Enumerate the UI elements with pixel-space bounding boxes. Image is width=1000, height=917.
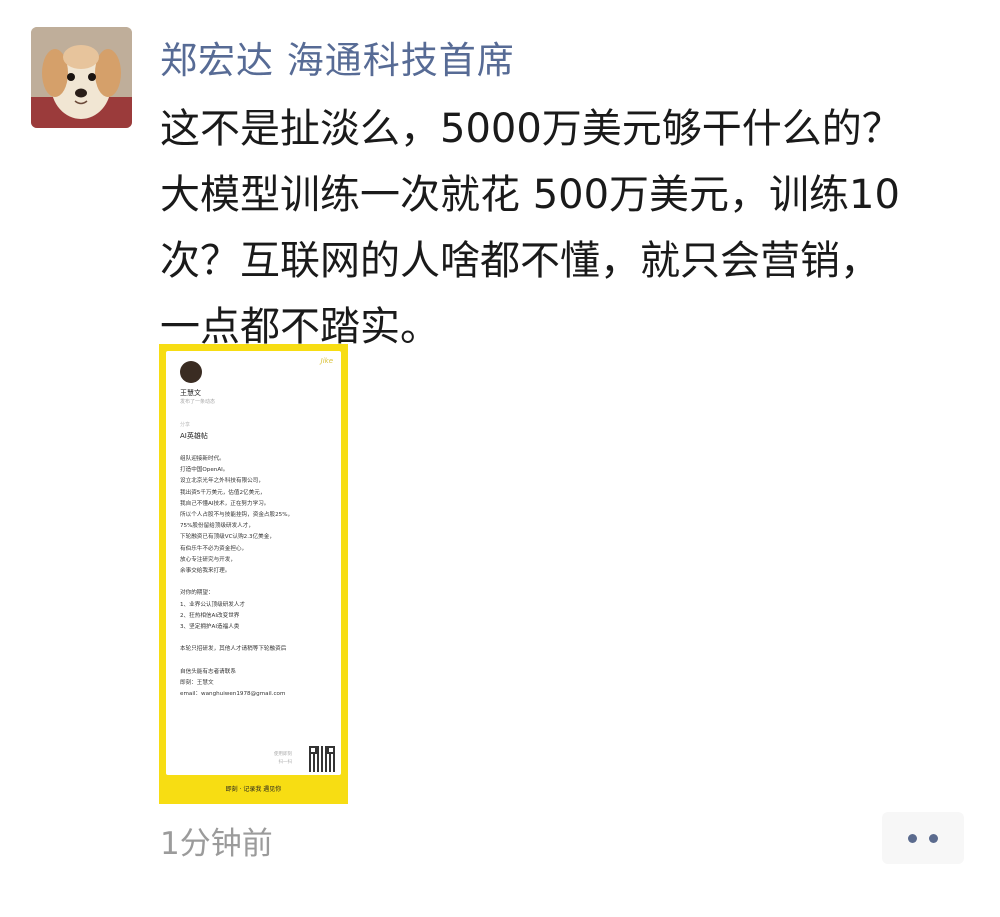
attachment-body-line: 组队迎接新时代。 <box>180 456 225 462</box>
attached-image-card: Jike 王慧文 发布了一条动态 分享 AI英雄帖 组队迎接新时代。 打造中国Op… <box>166 351 341 775</box>
more-options-button[interactable] <box>882 812 964 864</box>
attachment-body-line: 即刻：王慧文 <box>180 680 214 687</box>
attachment-body-line: 我出资5千万美元，估值2亿美元， <box>180 489 266 496</box>
jike-logo: Jike <box>320 357 333 365</box>
attachment-author-sub: 发布了一条动态 <box>180 399 216 405</box>
attachment-body-line: 下轮融资已有顶级VC认购2.3亿美金， <box>180 534 275 541</box>
attachment-headline: AI英雄帖 <box>180 432 208 440</box>
attachment-body-line: 设立北京光年之外科技有限公司， <box>180 478 264 485</box>
attachment-body-line: 2、狂热相信AI改变世界 <box>180 612 240 619</box>
post-text: 这不是扯淡么，5000万美元够干什么的？ 大模型训练一次就花 500万美元，训练… <box>160 96 980 360</box>
more-dot-icon <box>908 834 917 843</box>
attachment-tag: 分享 <box>180 422 191 428</box>
post-text-line: 这不是扯淡么，5000万美元够干什么的？ <box>160 106 902 152</box>
post-timestamp: 1分钟前 <box>160 826 273 862</box>
dog-avatar-icon <box>31 27 132 128</box>
attachment-body-line: 自信头能有志者请联系 <box>180 668 236 675</box>
avatar[interactable] <box>31 27 132 128</box>
attachment-body-line: 所以个人占股不与技能挂钩，资金占股25%， <box>180 512 294 519</box>
post-text-line: 次？互联网的人啥都不懂，就只会营销， <box>160 238 880 284</box>
attachment-body-line: 75%股份留给顶级研发人才， <box>180 523 254 530</box>
moment-post: 郑宏达 海通科技首席 这不是扯淡么，5000万美元够干什么的？ 大模型训练一次就… <box>0 0 1000 917</box>
attached-image[interactable]: Jike 王慧文 发布了一条动态 分享 AI英雄帖 组队迎接新时代。 打造中国Op… <box>159 344 348 804</box>
attachment-body-line: 余事交给我来打理。 <box>180 568 231 575</box>
attachment-footer-line: 使用即刻 <box>274 752 292 757</box>
author-name[interactable]: 郑宏达 海通科技首席 <box>160 30 515 84</box>
attachment-body-line: 有伯乐牛不必为资金担心， <box>180 545 248 552</box>
attachment-body-line: 3、坚定拥护AI造福人类 <box>180 624 240 631</box>
attachment-footer: 使用即刻 扫一扫 <box>274 751 292 767</box>
attachment-body-line <box>180 656 293 667</box>
attachment-body: 组队迎接新时代。 打造中国OpenAI。设立北京光年之外科技有限公司， 我出资5千万… <box>180 454 293 700</box>
attachment-body-line: 本轮只招研发，其他人才请稍等下轮融资后 <box>180 646 287 653</box>
attachment-body-line <box>180 577 293 588</box>
attachment-avatar <box>180 361 202 383</box>
attachment-author: 王慧文 <box>180 389 201 397</box>
attachment-body-line: 放心专注研究与开发， <box>180 556 236 563</box>
attachment-body-line: email：wanghuiwen1978@gmail.com <box>180 691 286 698</box>
more-dot-icon <box>929 834 938 843</box>
attachment-footer-line: 扫一扫 <box>278 760 293 765</box>
post-text-line: 大模型训练一次就花 500万美元，训练10 <box>160 172 900 218</box>
attachment-body-line: 对你的期望： <box>180 590 214 597</box>
attachment-body-line: 打造中国OpenAI。 <box>180 467 229 474</box>
attachment-banner: 即刻 · 记录我 遇见你 <box>225 786 282 793</box>
qr-code-icon <box>309 746 335 772</box>
attachment-body-line <box>180 633 293 644</box>
attachment-body-line: 1、业界公认顶级研发人才 <box>180 601 246 608</box>
attachment-body-line: 我自己不懂AI技术，正在努力学习。 <box>180 500 270 507</box>
